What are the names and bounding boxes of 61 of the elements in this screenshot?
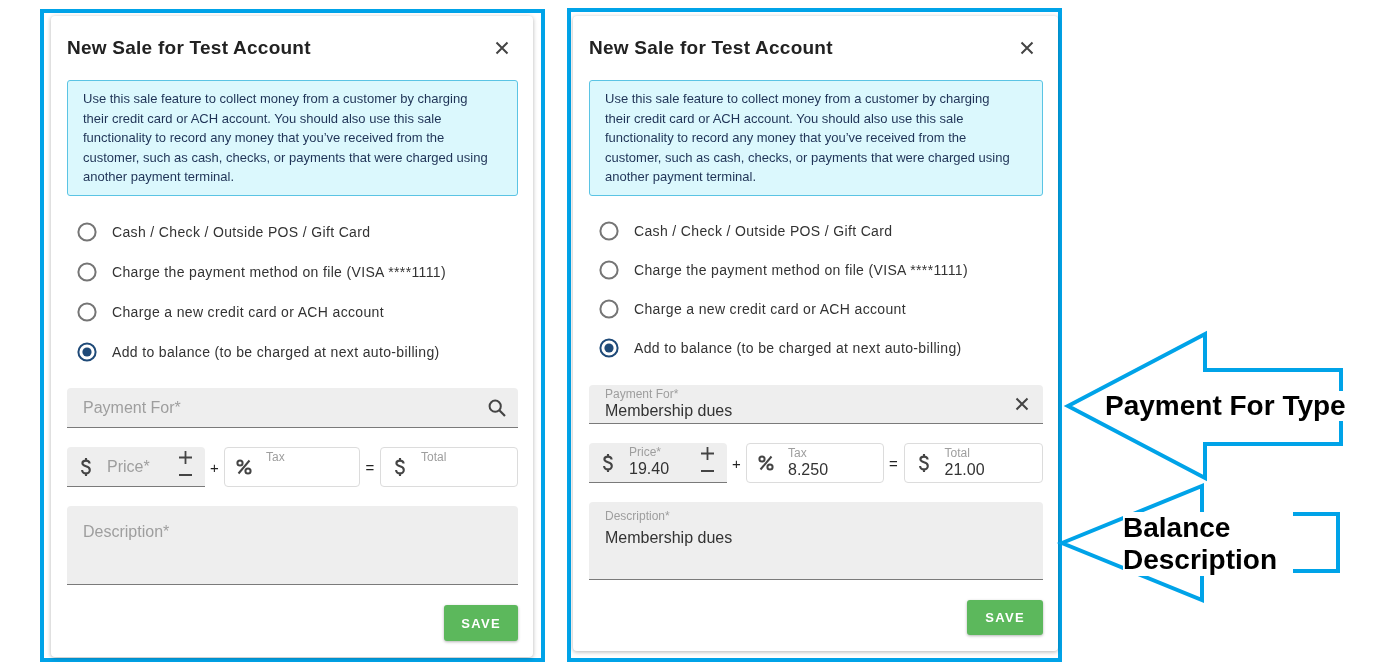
payment-option[interactable]: Charge the payment method on file (VISA ****1111) xyxy=(589,250,968,289)
clear-icon[interactable] xyxy=(1015,397,1029,411)
description-field[interactable]: Description* xyxy=(67,506,518,585)
radio-icon[interactable] xyxy=(77,342,97,362)
field-label: Total xyxy=(944,446,971,460)
percent-icon xyxy=(758,455,774,471)
payment-for-input[interactable]: Membership dues xyxy=(605,400,1015,421)
total-field[interactable]: Total 21.00 xyxy=(903,443,1043,483)
field-label: Tax xyxy=(266,450,286,464)
radio-icon[interactable] xyxy=(599,298,619,319)
dialog-title: New Sale for Test Account xyxy=(67,37,311,59)
description-field[interactable]: Description* Membership dues xyxy=(589,502,1043,580)
info-notice: Use this sale feature to collect money from a customer by charging their credit card or ACH account. You should also use this sale functionality to record any money that you’ve received from the customer, such as cash, checks, or payments that were charged using another payment terminal. xyxy=(67,80,518,196)
price-field[interactable]: Price* xyxy=(67,447,205,487)
total-input[interactable]: 21.00 xyxy=(944,459,1034,480)
tax-input[interactable]: 8.250 xyxy=(788,459,875,480)
description-input[interactable]: Description* xyxy=(83,522,502,542)
payment-for-field[interactable]: Payment For* Membership dues xyxy=(589,385,1043,424)
price-input[interactable]: 19.40 xyxy=(629,459,697,479)
dollar-icon xyxy=(917,453,930,473)
dollar-icon xyxy=(602,452,614,473)
radio-icon[interactable] xyxy=(599,337,619,358)
payment-option[interactable]: Charge a new credit card or ACH account xyxy=(67,292,384,332)
field-label: Description* xyxy=(605,510,671,523)
field-label: Total xyxy=(421,450,448,464)
payment-option[interactable]: Add to balance (to be charged at next auto-billing) xyxy=(589,328,962,367)
payment-option[interactable]: Cash / Check / Outside POS / Gift Card xyxy=(589,211,893,250)
payment-for-field[interactable]: Payment For* xyxy=(67,388,518,428)
payment-option[interactable]: Add to balance (to be charged at next auto-billing) xyxy=(67,332,440,372)
price-input[interactable]: Price* xyxy=(107,456,175,477)
field-label: Payment For* xyxy=(605,387,680,401)
dialog-title: New Sale for Test Account xyxy=(589,37,833,59)
equals-sign: = xyxy=(365,458,375,476)
plus-sign: + xyxy=(210,458,219,476)
radio-icon[interactable] xyxy=(599,220,619,241)
plus-icon[interactable] xyxy=(179,450,192,464)
price-field[interactable]: Price* 19.40 xyxy=(589,443,727,483)
payment-option[interactable]: Charge a new credit card or ACH account xyxy=(589,289,906,328)
radio-icon[interactable] xyxy=(77,262,97,282)
info-notice: Use this sale feature to collect money from a customer by charging their credit card or ACH account. You should also use this sale functionality to record any money that you’ve received from the customer, such as cash, checks, or payments that were charged using another payment terminal. xyxy=(589,80,1043,196)
radio-icon[interactable] xyxy=(599,259,619,280)
callout-label: Balance Description xyxy=(1123,512,1293,576)
plus-icon[interactable] xyxy=(701,446,714,460)
plus-sign: + xyxy=(732,454,741,472)
percent-icon xyxy=(236,459,252,475)
close-icon[interactable] xyxy=(1020,41,1034,55)
field-label: Price* xyxy=(629,446,662,459)
radio-icon[interactable] xyxy=(77,302,97,322)
close-icon[interactable] xyxy=(495,41,509,55)
dollar-icon xyxy=(394,457,406,477)
callout-label: Payment For Type xyxy=(1105,391,1346,421)
description-input[interactable]: Membership dues xyxy=(605,528,1027,548)
payment-option[interactable]: Cash / Check / Outside POS / Gift Card xyxy=(67,212,371,252)
payment-option[interactable]: Charge the payment method on file (VISA ****1111) xyxy=(67,252,446,292)
field-label: Tax xyxy=(788,446,808,460)
dollar-icon xyxy=(80,456,92,477)
radio-icon[interactable] xyxy=(77,222,97,242)
equals-sign: = xyxy=(889,454,898,472)
payment-for-input[interactable]: Payment For* xyxy=(83,397,488,418)
search-icon[interactable] xyxy=(488,398,506,417)
tax-field[interactable]: Tax 8.250 xyxy=(746,443,884,483)
